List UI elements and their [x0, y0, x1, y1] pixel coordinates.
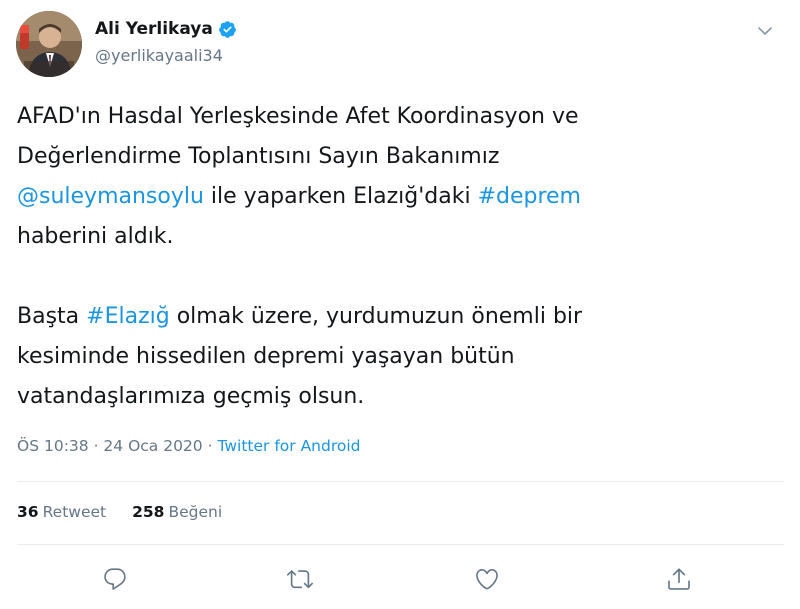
tweet-line: olmak üzere, yurdumuzun önemli bir [169, 304, 583, 329]
hashtag-link[interactable]: #Elazığ [86, 304, 170, 329]
like-count-number: 258 [132, 503, 165, 521]
author-name[interactable]: Ali Yerlikaya [95, 18, 237, 40]
tweet-source-link[interactable]: Twitter for Android [217, 437, 360, 455]
tweet-line: Başta [17, 304, 87, 329]
reply-icon[interactable] [102, 566, 128, 592]
divider [17, 544, 784, 545]
meta-separator: · [88, 437, 104, 455]
tweet-stats: 36 Retweet 258 Beğeni [17, 501, 222, 523]
tweet: Ali Yerlikaya @yerlikayaali34 AFAD'ın Ha… [0, 0, 800, 609]
tweet-line: AFAD'ın Hasdal Yerleşkesinde Afet Koordi… [17, 104, 579, 129]
retweet-count[interactable]: 36 Retweet [17, 501, 106, 523]
share-icon[interactable] [666, 566, 692, 592]
tweet-actions [0, 560, 800, 600]
tweet-text: AFAD'ın Hasdal Yerleşkesinde Afet Koordi… [17, 97, 777, 417]
author-handle[interactable]: @yerlikayaali34 [95, 46, 223, 66]
verified-badge-icon [218, 20, 237, 39]
tweet-paragraph-1: AFAD'ın Hasdal Yerleşkesinde Afet Koordi… [17, 97, 777, 257]
tweet-line: vatandaşlarımıza geçmiş olsun. [17, 384, 365, 409]
heart-icon[interactable] [474, 566, 500, 592]
meta-separator: · [202, 437, 218, 455]
divider [17, 481, 784, 482]
tweet-line: Değerlendirme Toplantısını Sayın Bakanım… [17, 144, 500, 169]
tweet-time[interactable]: ÖS 10:38 [17, 437, 89, 455]
tweet-line: haberini aldık. [17, 224, 174, 249]
avatar-photo [16, 11, 82, 77]
tweet-line: kesiminde hissedilen depremi yaşayan büt… [17, 344, 515, 369]
tweet-meta: ÖS 10:38 · 24 Oca 2020 · Twitter for And… [17, 435, 361, 457]
like-count[interactable]: 258 Beğeni [132, 501, 222, 523]
chevron-down-icon[interactable] [756, 22, 774, 40]
avatar[interactable] [16, 11, 82, 77]
retweet-count-label: Retweet [42, 503, 107, 521]
tweet-paragraph-2: Başta #Elazığ olmak üzere, yurdumuzun ön… [17, 297, 777, 417]
retweet-count-number: 36 [17, 503, 39, 521]
tweet-date[interactable]: 24 Oca 2020 [103, 437, 202, 455]
hashtag-link[interactable]: #deprem [478, 184, 581, 209]
author-name-text[interactable]: Ali Yerlikaya [95, 18, 213, 40]
tweet-line: ile yaparken Elazığ'daki [203, 184, 478, 209]
like-count-label: Beğeni [168, 503, 223, 521]
mention-link[interactable]: @suleymansoylu [17, 184, 204, 209]
retweet-icon[interactable] [287, 566, 313, 592]
